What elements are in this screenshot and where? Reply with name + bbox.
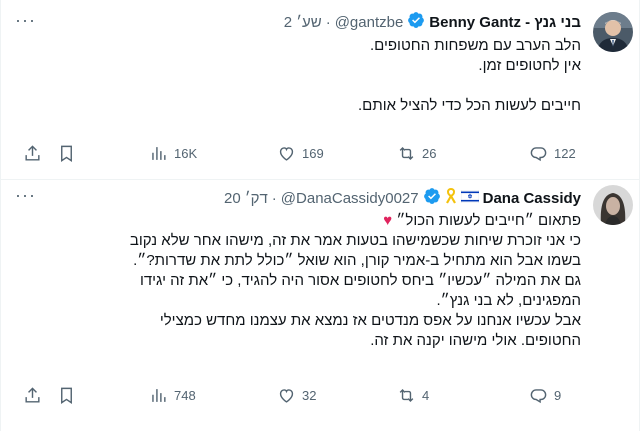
tweet-text-line: כי אני זוכרת שיחות שכשמישהו בטעות אמר את… xyxy=(129,232,581,249)
heart-icon xyxy=(279,146,294,161)
tweet-text: פתאום ״חייבים לעשות הכול״ ♥ כי אני זוכרת… xyxy=(21,211,581,351)
tweet-text-line: גם את המילה ״עכשיו״ ביחס לחטופים אסור הי… xyxy=(139,272,581,289)
bookmark-button[interactable] xyxy=(57,386,76,405)
tweet[interactable]: Dana Cassidy @DanaCassidy0027 · דק׳ 20 ·… xyxy=(1,181,640,431)
tweet-actions: 16K 169 26 122 xyxy=(13,141,583,165)
tweet-text-line: אין לחטופים זמן. xyxy=(478,57,581,74)
israel-flag-icon xyxy=(460,189,479,207)
retweet-button[interactable]: 4 xyxy=(397,386,429,405)
analytics-icon xyxy=(152,388,166,402)
tweet-text-line: החטופים. אולי מישהו יקנה את זה. xyxy=(370,332,581,349)
timestamp[interactable]: דק׳ 20 xyxy=(224,190,268,207)
bookmark-icon xyxy=(61,387,72,404)
bookmark-button[interactable] xyxy=(57,144,76,163)
tweet-text: הלב הערב עם משפחות החטופים. אין לחטופים … xyxy=(21,36,581,116)
separator-dot: · xyxy=(325,13,331,31)
tweet-text-line: אבל עכשיו אנחנו על אפס מנדטים אז נמצא את… xyxy=(159,312,581,329)
more-options-icon[interactable]: ··· xyxy=(15,10,36,31)
retweets-count: 4 xyxy=(422,387,430,403)
verified-icon xyxy=(423,187,441,209)
tweet-header: Dana Cassidy @DanaCassidy0027 · דק׳ 20 xyxy=(224,187,581,209)
author-name[interactable]: Dana Cassidy xyxy=(483,190,581,207)
tweet-text-segment: פתאום ״חייבים לעשות הכול״ xyxy=(396,212,581,229)
share-button[interactable] xyxy=(23,144,42,163)
author-name[interactable]: Benny Gantz - בני גנץ xyxy=(429,14,581,31)
author-handle[interactable]: @gantzbe xyxy=(335,14,404,31)
reply-button[interactable]: 122 xyxy=(529,144,576,163)
separator-dot: · xyxy=(271,189,277,207)
tweet-text-line xyxy=(21,76,581,96)
replies-count: 122 xyxy=(554,145,576,161)
avatar[interactable] xyxy=(593,185,633,225)
views-button[interactable]: 748 xyxy=(149,386,196,405)
tweet[interactable]: Benny Gantz - בני גנץ @gantzbe · שע׳ 2 ·… xyxy=(1,0,640,180)
verified-icon xyxy=(407,11,425,33)
share-button[interactable] xyxy=(23,386,42,405)
avatar[interactable] xyxy=(593,12,633,52)
share-icon xyxy=(25,386,40,403)
like-button[interactable]: 32 xyxy=(277,386,316,405)
share-icon xyxy=(25,144,40,161)
tweet-text-line: חייבים לעשות הכל כדי להציל אותם. xyxy=(358,97,581,114)
views-count: 16K xyxy=(174,145,198,161)
tweet-text-line: הלב הערב עם משפחות החטופים. xyxy=(369,37,581,54)
heart-icon xyxy=(279,388,294,403)
analytics-icon xyxy=(152,146,166,160)
red-heart-icon: ♥ xyxy=(383,212,393,229)
reply-icon xyxy=(530,388,547,403)
retweet-button[interactable]: 26 xyxy=(397,144,436,163)
tweet-text-line: פתאום ״חייבים לעשות הכול״ ♥ xyxy=(21,211,581,231)
like-button[interactable]: 169 xyxy=(277,144,324,163)
retweet-icon xyxy=(399,146,414,160)
more-options-icon[interactable]: ··· xyxy=(15,185,36,206)
bookmark-icon xyxy=(61,145,72,162)
tweet-text-line: המפגינים, לא בני גנץ״. xyxy=(436,292,582,309)
retweets-count: 26 xyxy=(422,145,437,161)
tweet-actions: 748 32 4 9 xyxy=(13,383,583,407)
author-handle[interactable]: @DanaCassidy0027 xyxy=(281,190,419,207)
yellow-ribbon-icon xyxy=(445,187,457,208)
likes-count: 169 xyxy=(302,145,324,161)
views-button[interactable]: 16K xyxy=(149,144,197,163)
retweet-icon xyxy=(399,388,414,402)
views-count: 748 xyxy=(174,387,196,403)
likes-count: 32 xyxy=(302,387,317,403)
tweet-text-line: בשמו אבל הוא מתחיל ב-אמיר קורן, הוא שואל… xyxy=(133,252,581,269)
reply-icon xyxy=(530,146,547,161)
timeline: Benny Gantz - בני גנץ @gantzbe · שע׳ 2 ·… xyxy=(0,0,640,431)
tweet-header: Benny Gantz - בני גנץ @gantzbe · שע׳ 2 xyxy=(284,11,581,33)
timestamp[interactable]: שע׳ 2 xyxy=(284,14,322,31)
reply-button[interactable]: 9 xyxy=(529,386,561,405)
replies-count: 9 xyxy=(554,387,562,403)
